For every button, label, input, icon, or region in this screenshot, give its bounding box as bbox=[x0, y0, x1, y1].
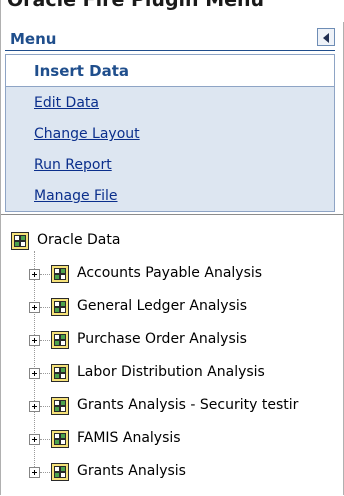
tree-item[interactable]: FAMIS Analysis bbox=[1, 429, 343, 449]
cube-icon bbox=[51, 364, 69, 382]
menu-item-manage-file[interactable]: Manage File bbox=[34, 188, 118, 204]
tree-root-label: Oracle Data bbox=[37, 232, 121, 248]
cube-icon bbox=[51, 331, 69, 349]
cube-icon bbox=[51, 463, 69, 481]
triangle-left-icon bbox=[323, 33, 329, 43]
cube-icon bbox=[51, 397, 69, 415]
tree-item[interactable]: Labor Distribution Analysis bbox=[1, 363, 343, 383]
tree-item[interactable]: Accounts Payable Analysis bbox=[1, 264, 343, 284]
plus-box-icon[interactable] bbox=[29, 269, 40, 280]
plus-box-icon[interactable] bbox=[29, 335, 40, 346]
tree-item[interactable]: Grants Analysis bbox=[1, 462, 343, 482]
cube-icon bbox=[51, 298, 69, 316]
clipped-heading-text: Oracle Fire Plugin Menu bbox=[7, 0, 265, 11]
collapse-menu-button[interactable] bbox=[317, 28, 335, 46]
tree-item-label: General Ledger Analysis bbox=[77, 298, 248, 314]
tree-item-label: Grants Analysis bbox=[77, 463, 186, 479]
menu-header: Menu bbox=[5, 28, 335, 51]
cube-icon bbox=[51, 430, 69, 448]
menu-title: Menu bbox=[10, 30, 57, 48]
plus-box-icon[interactable] bbox=[29, 434, 40, 445]
tree-item-label: Grants Analysis - Security testir bbox=[77, 397, 299, 413]
clipped-heading: Oracle Fire Plugin Menu bbox=[1, 0, 344, 22]
plus-box-icon[interactable] bbox=[29, 368, 40, 379]
tree-item-label: Accounts Payable Analysis bbox=[77, 265, 263, 281]
cube-icon bbox=[51, 265, 69, 283]
plus-box-icon[interactable] bbox=[29, 401, 40, 412]
menu-panel: Oracle Fire Plugin Menu Menu Insert Data… bbox=[0, 0, 344, 495]
menu-item-insert-data[interactable]: Insert Data bbox=[6, 55, 334, 87]
tree-item[interactable]: General Ledger Analysis bbox=[1, 297, 343, 317]
tree-item-label: Labor Distribution Analysis bbox=[77, 364, 265, 380]
menu-actions: Insert Data Edit Data Change Layout Run … bbox=[5, 54, 335, 212]
tree-item[interactable]: Grants Analysis - Security testir bbox=[1, 396, 343, 416]
plus-box-icon[interactable] bbox=[29, 467, 40, 478]
tree-item-label: FAMIS Analysis bbox=[77, 430, 181, 446]
plus-box-icon[interactable] bbox=[29, 302, 40, 313]
tree-item-label: Purchase Order Analysis bbox=[77, 331, 247, 347]
menu-item-edit-data[interactable]: Edit Data bbox=[34, 95, 99, 111]
menu-item-label: Insert Data bbox=[34, 62, 130, 80]
cube-icon bbox=[11, 232, 29, 250]
menu-item-change-layout[interactable]: Change Layout bbox=[34, 126, 140, 142]
menu-item-run-report[interactable]: Run Report bbox=[34, 157, 112, 173]
tree-item[interactable]: Purchase Order Analysis bbox=[1, 330, 343, 350]
data-tree: Oracle Data Accounts Payable Analysis Ge… bbox=[1, 214, 343, 495]
